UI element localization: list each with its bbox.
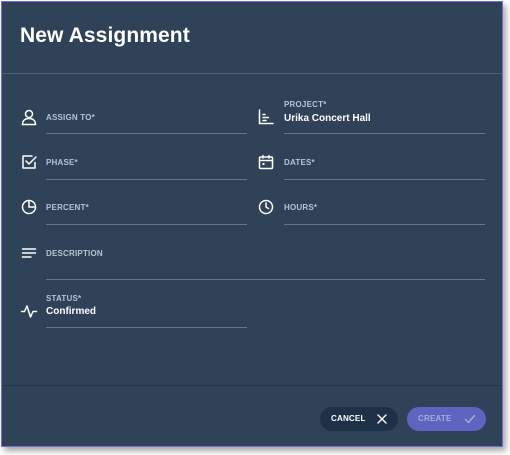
phase-underline: [46, 179, 247, 180]
bar-chart-icon: [257, 108, 275, 126]
dialog-title: New Assignment: [20, 24, 190, 47]
project-underline: [284, 133, 485, 134]
clock-icon: [257, 198, 275, 216]
person-icon: [20, 108, 38, 126]
status-underline: [46, 327, 247, 328]
project-value: Urika Concert Hall: [284, 113, 371, 124]
create-button-label: CREATE: [418, 414, 452, 423]
pie-chart-icon: [20, 198, 38, 216]
description-underline: [46, 279, 485, 280]
percent-label: PERCENT*: [46, 203, 89, 212]
status-value: Confirmed: [46, 306, 96, 317]
description-label: DESCRIPTION: [46, 249, 103, 258]
close-icon: [376, 413, 388, 425]
check-icon: [464, 413, 476, 425]
cancel-button-label: CANCEL: [331, 414, 366, 423]
phase-label: PHASE*: [46, 158, 78, 167]
status-label: STATUS*: [46, 294, 82, 303]
calendar-icon: [257, 153, 275, 171]
assign-to-label: ASSIGN TO*: [46, 113, 95, 122]
assign-to-underline: [46, 133, 247, 134]
dates-underline: [284, 179, 485, 180]
activity-icon: [20, 302, 38, 320]
cancel-button[interactable]: CANCEL: [320, 407, 398, 431]
percent-underline: [46, 224, 247, 225]
hours-underline: [284, 224, 485, 225]
notes-icon: [20, 244, 38, 262]
header-divider: [2, 73, 502, 74]
project-label: PROJECT*: [284, 100, 327, 109]
new-assignment-dialog: New Assignment ASSIGN TO* PROJECT* Urika…: [1, 1, 503, 447]
hours-label: HOURS*: [284, 203, 318, 212]
create-button[interactable]: CREATE: [407, 407, 486, 431]
dates-label: DATES*: [284, 158, 315, 167]
checkbox-icon: [20, 153, 38, 171]
footer-divider: [2, 385, 502, 386]
